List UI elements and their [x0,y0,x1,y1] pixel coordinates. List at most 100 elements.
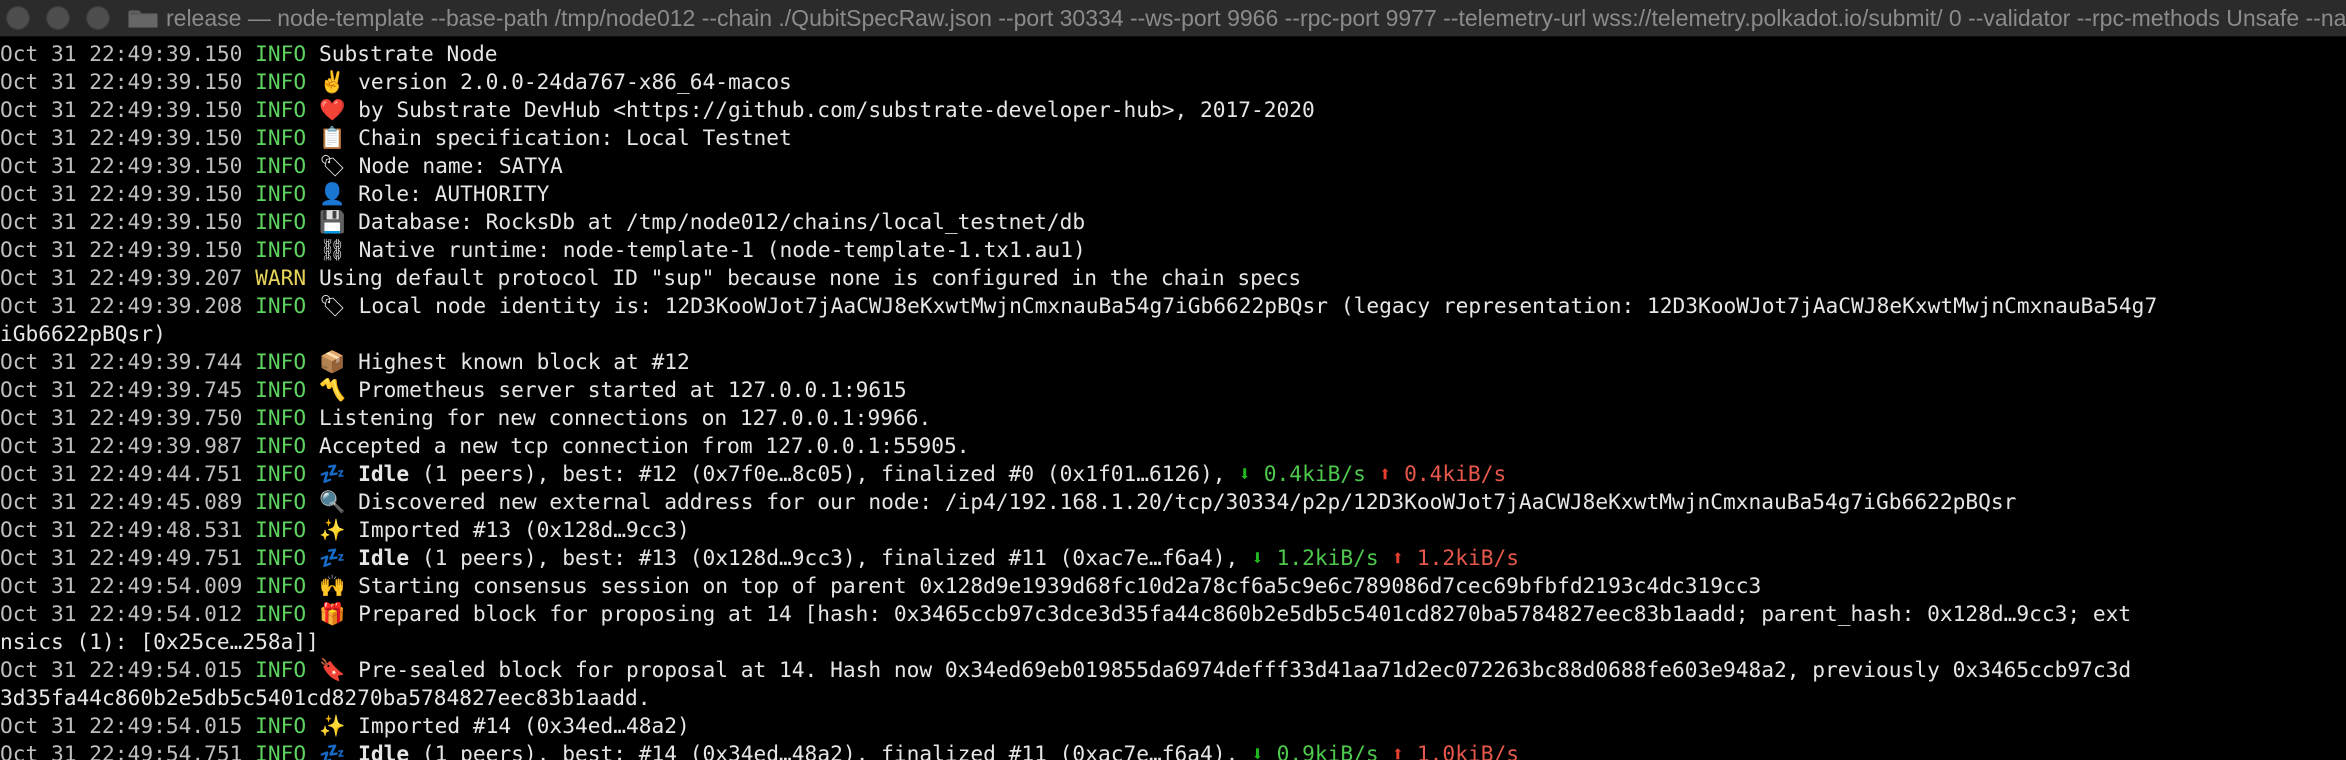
log-line-continuation: nsics (1): [0x25ce…258a]] [0,628,2346,656]
sparkles-icon: ✨ [318,517,346,542]
log-level: INFO [255,489,307,514]
log-message: (1 peers), best: #13 (0x128d…9cc3), fina… [409,545,1252,570]
log-level: INFO [255,517,307,542]
log-timestamp: Oct 31 22:49:39.150 [0,97,243,122]
log-level: INFO [255,125,307,150]
log-timestamp: Oct 31 22:49:54.751 [0,741,243,760]
log-message: Prometheus server started at 127.0.0.1:9… [358,377,907,402]
log-message: Role: AUTHORITY [358,181,550,206]
log-level: INFO [255,713,307,738]
log-message: Listening for new connections on 127.0.0… [318,405,932,430]
log-timestamp: Oct 31 22:49:39.208 [0,293,243,318]
terminal-window[interactable]: release — node-template --base-path /tmp… [0,0,2346,760]
upload-arrow-icon: ⬆ [1391,545,1405,570]
log-level: INFO [255,97,307,122]
log-timestamp: Oct 31 22:49:39.150 [0,41,243,66]
log-line: Oct 31 22:49:39.150 INFO Substrate Node [0,40,2346,68]
log-timestamp: Oct 31 22:49:54.015 [0,713,243,738]
download-arrow-icon: ⬇ [1251,545,1264,570]
log-message: Highest known block at #12 [358,349,690,374]
package-icon: 📦 [318,349,346,374]
log-message: (1 peers), best: #14 (0x34ed…48a2), fina… [409,741,1252,760]
log-timestamp: Oct 31 22:49:39.150 [0,237,243,262]
log-line-continuation: 3d35fa44c860b2e5db5c5401cd8270ba5784827e… [0,684,2346,712]
log-timestamp: Oct 31 22:49:39.150 [0,125,243,150]
log-message: Starting consensus session on top of par… [358,573,1762,598]
log-level: INFO [255,601,307,626]
log-timestamp: Oct 31 22:49:49.751 [0,545,243,570]
log-message: version 2.0.0-24da767-x86_64-macos [358,69,792,94]
log-message: Prepared block for proposing at 14 [hash… [358,601,2132,626]
log-line: Oct 31 22:49:39.207 WARN Using default p… [0,264,2346,292]
download-arrow-icon: ⬇ [1251,741,1264,760]
log-level: INFO [255,69,307,94]
clipboard-icon: 📋 [318,125,346,150]
log-line: Oct 31 22:49:54.015 INFO 🔖 Pre-sealed bl… [0,656,2346,684]
download-rate: 0.9kiB/s [1276,741,1379,760]
log-line: Oct 31 22:49:39.150 INFO 💾 Database: Roc… [0,208,2346,236]
log-message: Substrate Node [318,41,498,66]
window-title: release — node-template --base-path /tmp… [166,5,2346,31]
log-level: INFO [255,741,307,760]
log-message: nsics (1): [0x25ce…258a]] [0,629,319,654]
log-level: INFO [255,349,307,374]
log-line: Oct 31 22:49:48.531 INFO ✨ Imported #13 … [0,516,2346,544]
log-message: Native runtime: node-template-1 (node-te… [358,237,1086,262]
status-label: Idle [358,545,410,570]
log-message: Node name: SATYA [358,153,563,178]
upload-rate: 0.4kiB/s [1404,461,1507,486]
title-bar[interactable]: release — node-template --base-path /tmp… [0,0,2346,37]
status-label: Idle [358,741,410,760]
log-level: INFO [255,545,307,570]
log-message: 3d35fa44c860b2e5db5c5401cd8270ba5784827e… [0,685,651,710]
sleep-icon: 💤 [318,545,346,570]
log-line: Oct 31 22:49:39.745 INFO 〽️ Prometheus s… [0,376,2346,404]
log-line: Oct 31 22:49:39.987 INFO Accepted a new … [0,432,2346,460]
close-window-button[interactable] [6,6,30,30]
log-line: Oct 31 22:49:39.150 INFO 👤 Role: AUTHORI… [0,180,2346,208]
log-message: by Substrate DevHub <https://github.com/… [358,97,1315,122]
bookmark-icon: 🔖 [318,657,346,682]
gift-icon: 🎁 [318,601,346,626]
log-timestamp: Oct 31 22:49:39.745 [0,377,243,402]
victory-hand-icon: ✌️ [318,69,346,94]
log-line: Oct 31 22:49:54.751 INFO 💤 Idle (1 peers… [0,740,2346,760]
magnifier-icon: 🔍 [318,489,346,514]
upload-rate: 1.0kiB/s [1416,741,1519,760]
log-line: Oct 31 22:49:44.751 INFO 💤 Idle (1 peers… [0,460,2346,488]
folder-icon [128,9,158,28]
log-line: Oct 31 22:49:39.750 INFO Listening for n… [0,404,2346,432]
log-line: Oct 31 22:49:39.744 INFO 📦 Highest known… [0,348,2346,376]
status-label: Idle [358,461,410,486]
log-timestamp: Oct 31 22:49:54.012 [0,601,243,626]
log-message: Database: RocksDb at /tmp/node012/chains… [358,209,1086,234]
log-message: Discovered new external address for our … [358,489,2017,514]
log-line: Oct 31 22:49:45.089 INFO 🔍 Discovered ne… [0,488,2346,516]
log-line: Oct 31 22:49:54.015 INFO ✨ Imported #14 … [0,712,2346,740]
log-message: iGb6622pBQsr) [0,321,166,346]
sleep-icon: 💤 [318,741,346,760]
heart-icon: ❤️ [318,97,346,122]
log-output[interactable]: Oct 31 22:49:39.150 INFO Substrate Node O… [0,40,2346,760]
chains-icon: ⛓ [318,237,346,262]
log-level: INFO [255,573,307,598]
log-timestamp: Oct 31 22:49:39.150 [0,69,243,94]
log-line: Oct 31 22:49:39.150 INFO ⛓ Native runtim… [0,236,2346,264]
log-timestamp: Oct 31 22:49:39.150 [0,181,243,206]
sleep-icon: 💤 [318,461,346,486]
log-level: INFO [255,405,307,430]
log-line: Oct 31 22:49:54.009 INFO 🙌 Starting cons… [0,572,2346,600]
log-line: Oct 31 22:49:49.751 INFO 💤 Idle (1 peers… [0,544,2346,572]
log-timestamp: Oct 31 22:49:45.089 [0,489,243,514]
log-level: INFO [255,41,307,66]
log-line: Oct 31 22:49:39.150 INFO ✌️ version 2.0.… [0,68,2346,96]
log-message: Imported #13 (0x128d…9cc3) [358,517,690,542]
log-level: INFO [255,377,307,402]
minimize-window-button[interactable] [46,6,70,30]
zoom-window-button[interactable] [86,6,110,30]
upload-arrow-icon: ⬆ [1391,741,1405,760]
download-arrow-icon: ⬇ [1238,461,1252,486]
log-line-continuation: iGb6622pBQsr) [0,320,2346,348]
log-timestamp: Oct 31 22:49:39.207 [0,265,243,290]
log-message: Local node identity is: 12D3KooWJot7jAaC… [358,293,2158,318]
